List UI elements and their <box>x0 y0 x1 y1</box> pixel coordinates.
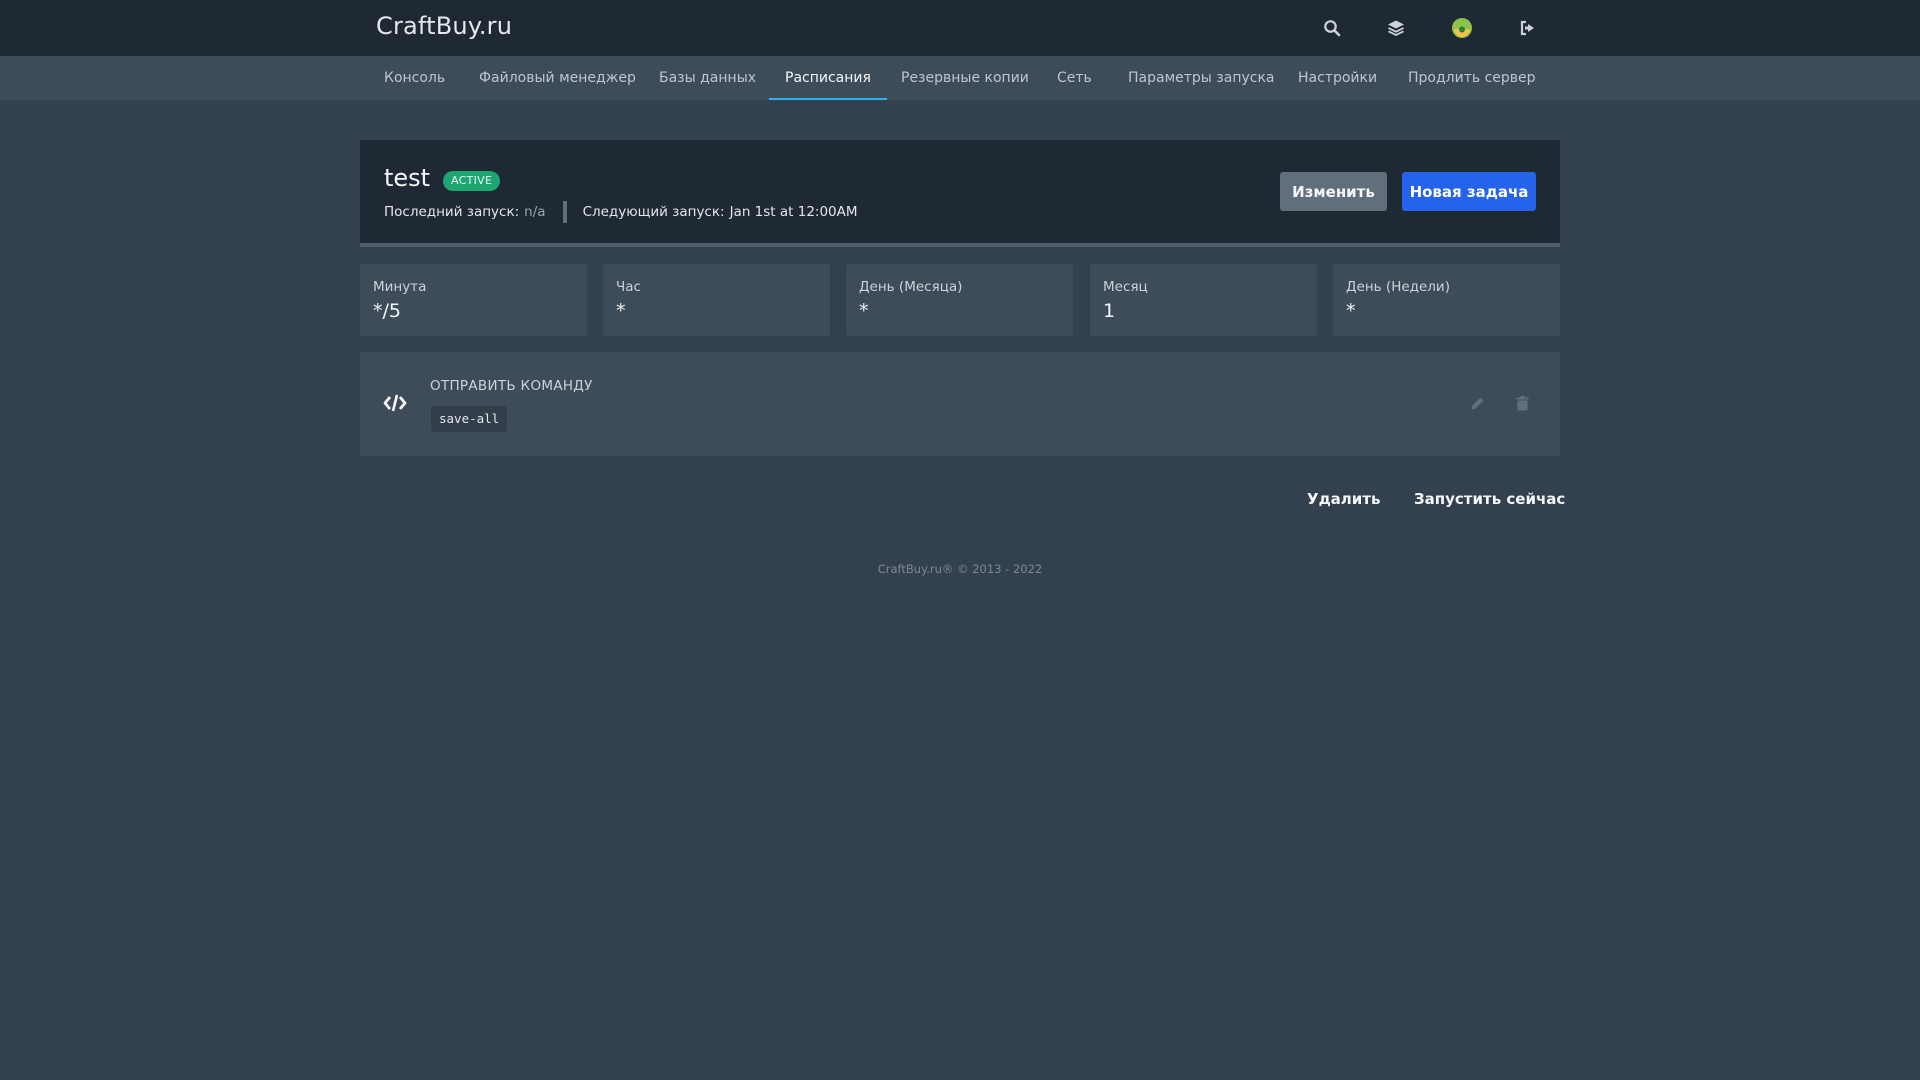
brand-logo[interactable]: CraftBuy.ru <box>376 12 512 40</box>
code-icon <box>382 390 408 416</box>
layers-icon[interactable] <box>1384 16 1408 40</box>
cron-minute: Минута */5 <box>360 264 587 336</box>
tab-file-manager[interactable]: Файловый менеджер <box>479 56 636 100</box>
schedule-run-info: Последний запуск: n/a Следующий запуск: … <box>384 201 858 223</box>
footer: CraftBuy.ru® © 2013 - 2022 <box>877 562 1043 576</box>
avatar[interactable] <box>1450 16 1474 40</box>
tab-console[interactable]: Консоль <box>384 56 445 100</box>
cron-value: * <box>859 300 869 322</box>
schedule-header: test ACTIVE Последний запуск: n/a Следую… <box>360 140 1560 247</box>
cron-value: * <box>616 300 626 322</box>
divider <box>562 201 567 223</box>
task-row: ОТПРАВИТЬ КОМАНДУ save-all <box>360 352 1560 456</box>
pencil-icon[interactable] <box>1468 394 1486 412</box>
tab-settings[interactable]: Настройки <box>1298 56 1377 100</box>
cron-label: День (Недели) <box>1346 279 1450 295</box>
cron-label: Месяц <box>1103 279 1148 295</box>
task-title: ОТПРАВИТЬ КОМАНДУ <box>430 378 593 394</box>
tab-backups[interactable]: Резервные копии <box>901 56 1029 100</box>
cron-label: Минута <box>373 279 427 295</box>
cron-value: */5 <box>373 300 401 322</box>
last-run-label: Последний запуск: <box>384 204 520 220</box>
cron-label: Час <box>616 279 641 295</box>
tab-databases[interactable]: Базы данных <box>659 56 756 100</box>
tab-startup[interactable]: Параметры запуска <box>1128 56 1275 100</box>
new-task-button[interactable]: Новая задача <box>1402 172 1536 211</box>
next-run-value: Jan 1st at 12:00AM <box>729 204 858 220</box>
cron-value: 1 <box>1103 300 1116 322</box>
status-badge: ACTIVE <box>443 171 501 191</box>
top-bar: CraftBuy.ru <box>0 0 1920 56</box>
server-nav: Консоль Файловый менеджер Базы данных Ра… <box>0 56 1920 100</box>
tab-schedules[interactable]: Расписания <box>769 56 887 100</box>
edit-button[interactable]: Изменить <box>1280 172 1387 211</box>
cron-hour: Час * <box>603 264 830 336</box>
delete-button[interactable]: Удалить <box>1307 490 1380 508</box>
last-run-value: n/a <box>524 204 546 220</box>
search-icon[interactable] <box>1320 16 1344 40</box>
task-command: save-all <box>431 406 508 432</box>
cron-label: День (Месяца) <box>859 279 963 295</box>
run-now-button[interactable]: Запустить сейчас <box>1414 490 1565 508</box>
tab-network[interactable]: Сеть <box>1057 56 1092 100</box>
cron-month: Месяц 1 <box>1090 264 1317 336</box>
cron-day-of-week: День (Недели) * <box>1333 264 1560 336</box>
cron-value: * <box>1346 300 1356 322</box>
trash-icon[interactable] <box>1513 394 1531 412</box>
sign-out-icon[interactable] <box>1516 16 1540 40</box>
tab-renew-server[interactable]: Продлить сервер <box>1408 56 1536 100</box>
schedule-name: test <box>384 164 431 192</box>
next-run-label: Следующий запуск: <box>582 204 725 220</box>
cron-day-of-month: День (Месяца) * <box>846 264 1073 336</box>
